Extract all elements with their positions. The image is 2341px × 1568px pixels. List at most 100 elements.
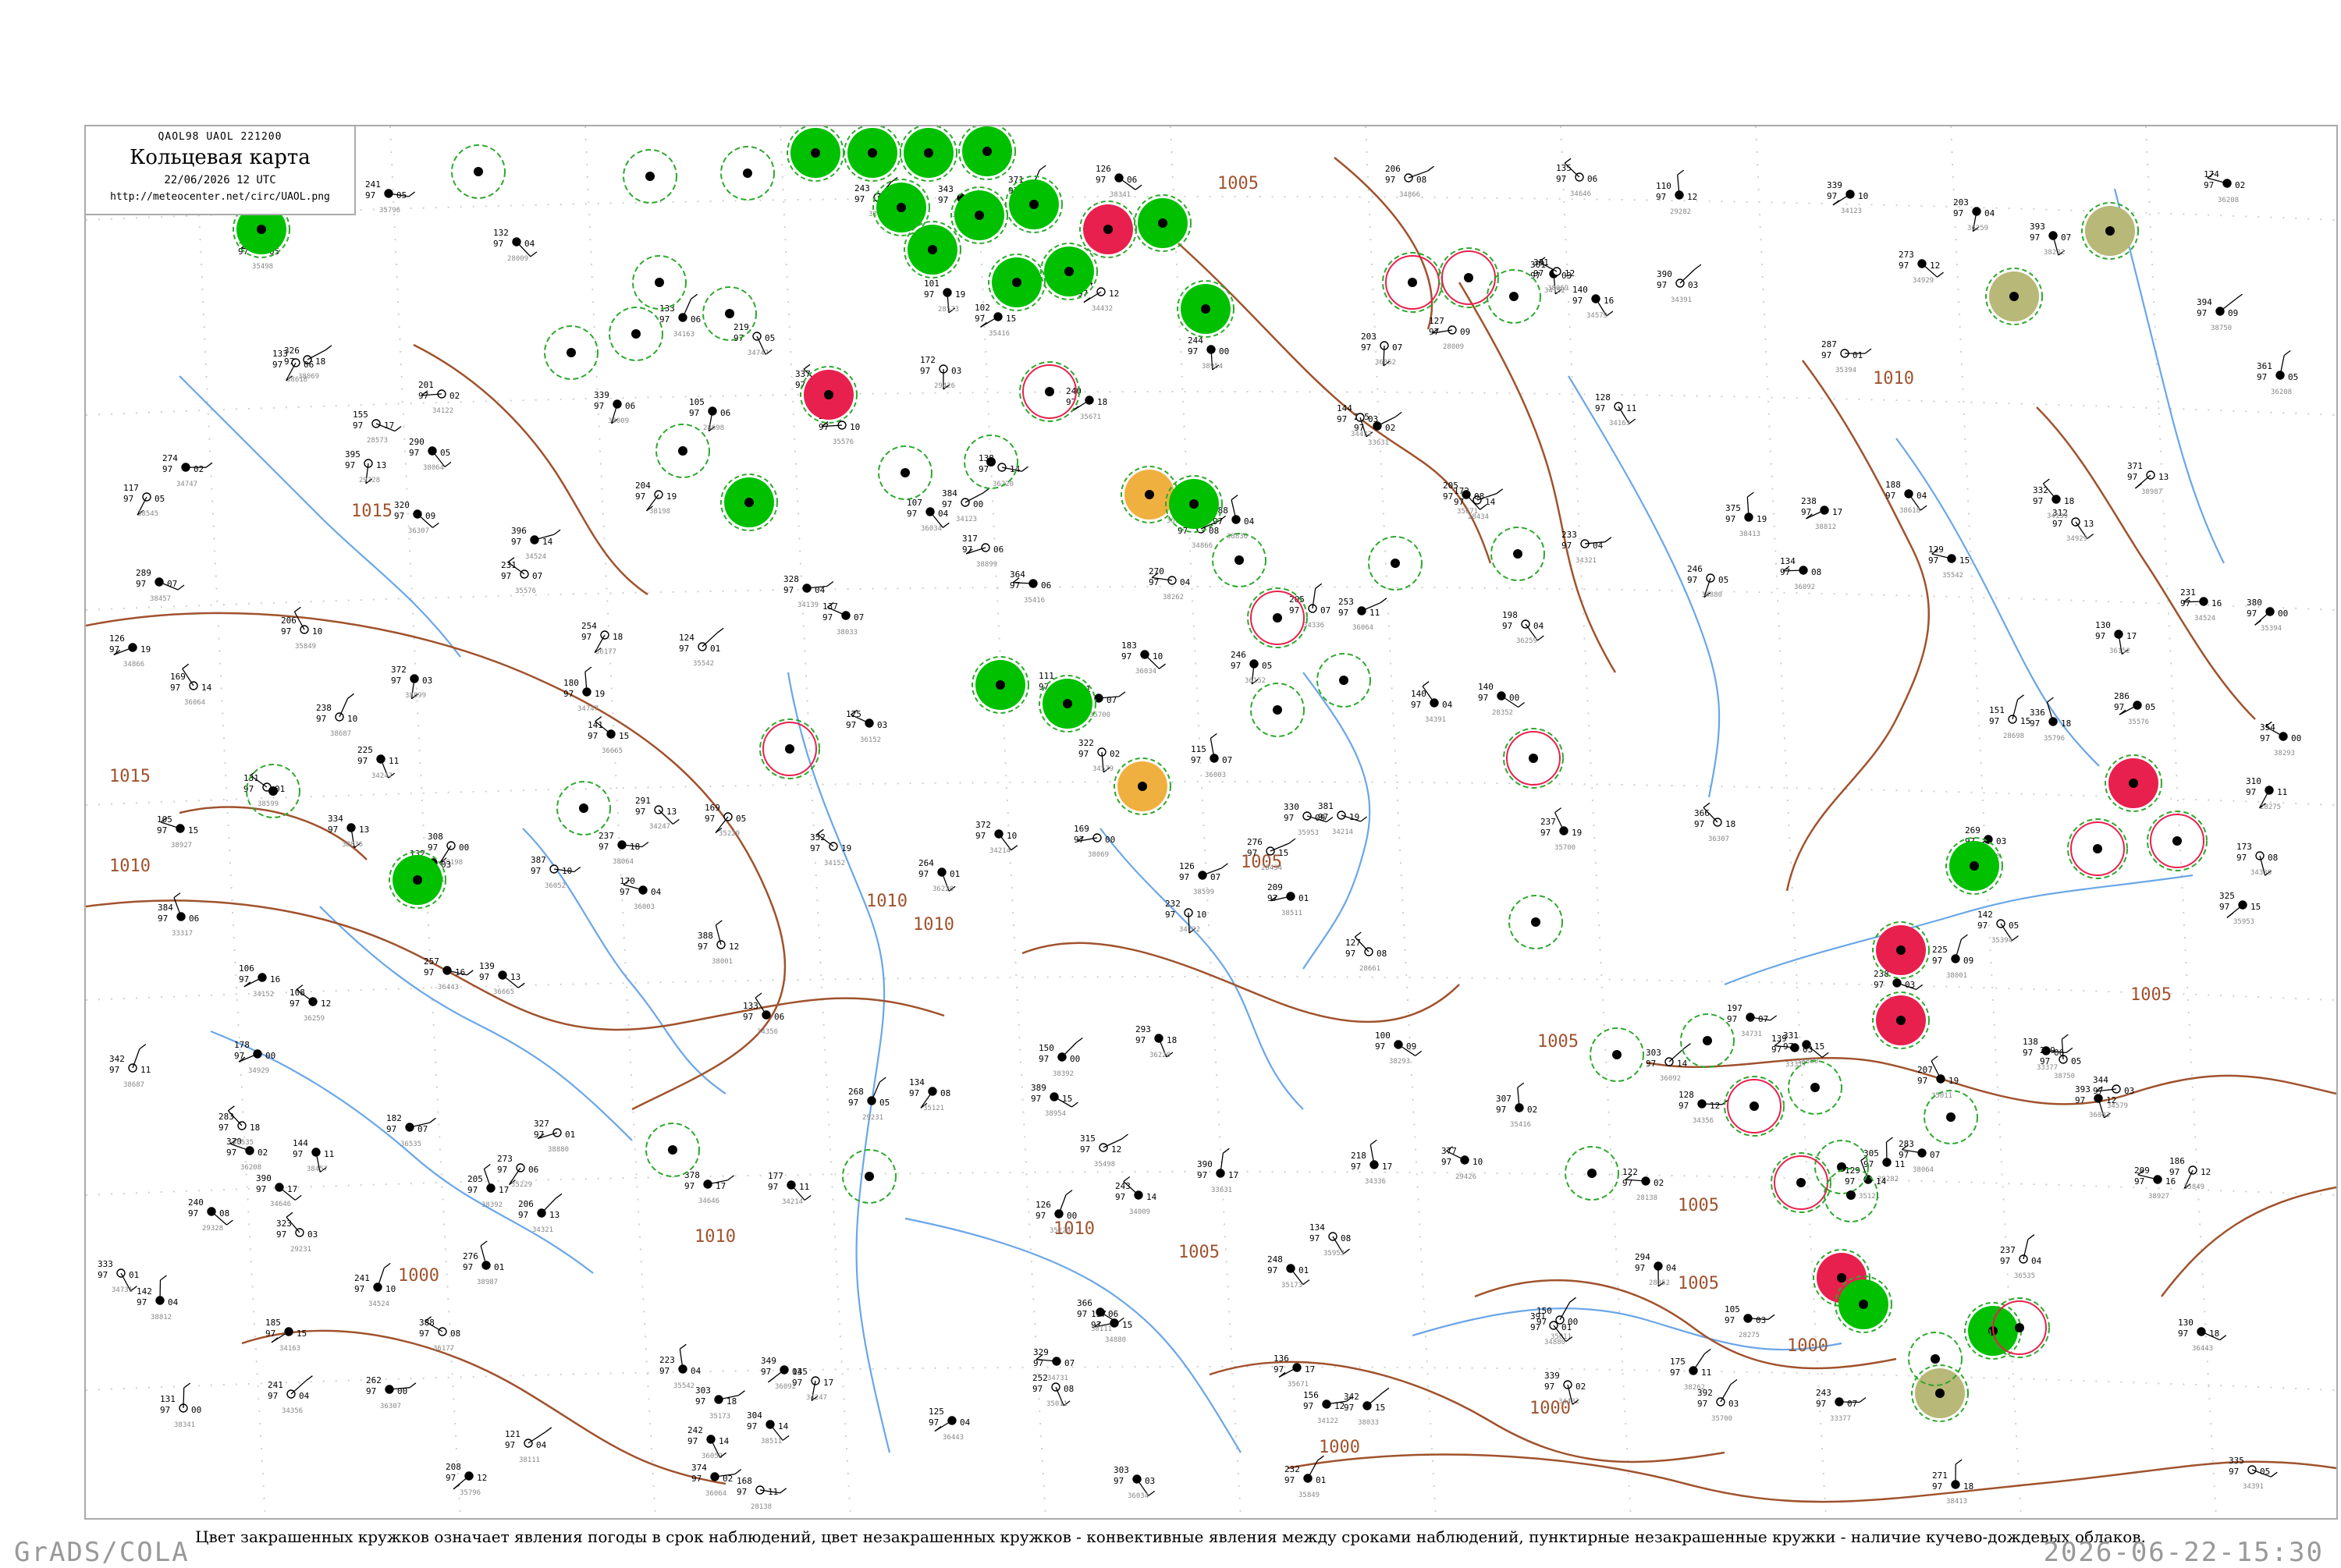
station-value: 97 [2075, 1095, 2085, 1105]
station-plot: 389971538954 [1031, 1083, 1078, 1118]
station-value: 186 [2169, 1156, 2185, 1166]
station-plot: 342971538033 [1344, 1388, 1389, 1427]
station-marker [257, 225, 266, 234]
station-id: 34866 [1399, 191, 1420, 199]
wind-barb-feather [227, 1220, 233, 1225]
station-id: 36003 [1205, 772, 1226, 779]
station-value: 246 [1231, 650, 1246, 660]
station-value: 07 [1210, 872, 1220, 882]
station-id: 29426 [934, 382, 955, 390]
meridian-line [1756, 126, 1826, 1518]
station-value: 231 [2180, 587, 2196, 598]
station-value: 240 [188, 1197, 204, 1208]
station-value: 97 [272, 360, 282, 370]
station-plot: 396971434524 [511, 526, 560, 561]
station-value: 219 [734, 322, 749, 332]
station-value: 97 [620, 887, 630, 897]
station-plot: 173970834336 [2236, 842, 2278, 877]
station-value: 01 [129, 1270, 139, 1280]
wind-barb-feather [432, 523, 439, 527]
station-value: 289 [136, 568, 151, 578]
station-value: 04 [938, 509, 949, 519]
station-id: 35394 [2261, 625, 2282, 633]
station-value: 97 [581, 632, 591, 642]
station-id: 34929 [1913, 277, 1934, 285]
wind-barb-feather [2227, 913, 2233, 917]
station-value: 03 [422, 676, 432, 686]
station-plot: 105970328275 [1725, 1304, 1774, 1339]
station-marker [1531, 917, 1540, 927]
wind-barb-feather [1119, 692, 1125, 697]
station-id: 38413 [1739, 530, 1760, 538]
source-url[interactable]: http://meteocenter.net/circ/UAOL.png [86, 191, 354, 203]
station-value: 269 [1965, 825, 1980, 835]
station-value: 97 [1899, 261, 1909, 271]
station-value: 97 [409, 448, 419, 458]
station-marker [1464, 273, 1473, 282]
station-id: 38545 [137, 510, 158, 518]
station-marker [1529, 754, 1538, 763]
wind-barb-feather [673, 819, 679, 824]
station-plot: 125970436443 [929, 1407, 971, 1442]
station-value: 00 [2291, 733, 2301, 743]
isobar-label: 1000 [398, 1266, 439, 1286]
station-value: 97 [1533, 268, 1543, 278]
station-value: 97 [691, 1474, 702, 1484]
station-id: 29328 [202, 1225, 223, 1233]
station-value: 387 [531, 855, 546, 865]
station-value: 304 [747, 1410, 762, 1421]
wind-barb-feather [943, 523, 949, 527]
station-value: 08 [450, 1329, 460, 1339]
station-value: 361 [2257, 361, 2272, 371]
station-value: 07 [1758, 1014, 1768, 1024]
station-value: 97 [1231, 661, 1241, 671]
station-value: 111 [1039, 671, 1054, 681]
station-id: 34356 [757, 1028, 778, 1036]
wind-barb [683, 299, 691, 318]
bulletin-code: QAOL98 UAOL 221200 [86, 131, 354, 143]
station-id: 38392 [481, 1201, 503, 1209]
station-id: 38836 [342, 841, 363, 849]
station-marker [725, 309, 734, 318]
station-id: 34214 [782, 1198, 803, 1206]
station-id: 38293 [2274, 750, 2295, 757]
station-value: 315 [1080, 1133, 1096, 1144]
wind-barb-feather [717, 628, 723, 633]
station-id: 35498 [252, 263, 273, 271]
station-marker [975, 211, 984, 220]
station-id: 34122 [432, 407, 453, 415]
station-plot: 246970536152 [1231, 650, 1272, 685]
station-plot: 237971935700 [1540, 808, 1582, 852]
station-id: 35796 [379, 207, 400, 215]
station-value: 18 [1963, 1481, 1973, 1492]
station-value: 115 [1191, 744, 1206, 754]
station-value: 233 [1561, 530, 1577, 540]
station-value: 372 [975, 820, 991, 830]
meridian-line [585, 126, 655, 1518]
station-value: 97 [1478, 693, 1488, 703]
station-value: 97 [698, 942, 708, 952]
station-plots: 2329710341221859715341633019703341523819… [98, 158, 2301, 1511]
station-id: 29231 [862, 1114, 883, 1122]
station-id: 34646 [1570, 190, 1591, 198]
station-value: 97 [2030, 718, 2040, 729]
station-plot: 339970634009 [594, 390, 635, 425]
wind-barb-feather [2271, 1472, 2277, 1477]
station-plot: 115970736003 [1191, 733, 1232, 779]
station-value: 97 [234, 1051, 244, 1061]
station-value: 223 [659, 1355, 675, 1365]
parallel-line [86, 977, 2336, 1000]
station-value: 18 [1725, 819, 1735, 829]
station-value: 14 [1677, 1059, 1688, 1069]
station-id: 38457 [150, 595, 171, 603]
station-plot: 394970938750 [2197, 294, 2243, 332]
isobar-label: 1010 [109, 857, 151, 876]
station-value: 371 [2127, 461, 2143, 471]
station-value: 390 [1657, 269, 1672, 279]
station-value: 07 [1392, 342, 1402, 353]
station-id: 38954 [1045, 1110, 1066, 1118]
station-value: 97 [1337, 414, 1347, 424]
station-value: 01 [1298, 893, 1309, 903]
station-value: 17 [1228, 1170, 1238, 1180]
station-value: 328 [783, 574, 799, 584]
